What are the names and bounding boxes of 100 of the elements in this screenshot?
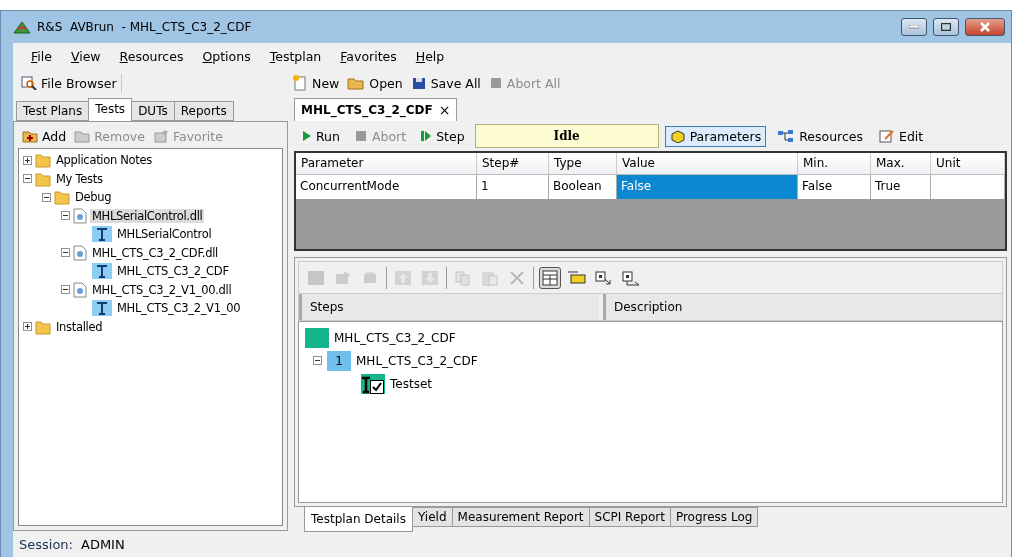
column-header[interactable]: Type: [549, 153, 617, 175]
step-icon: [420, 130, 433, 142]
tab[interactable]: Progress Log: [669, 507, 759, 527]
menu-item[interactable]: Testplan: [269, 48, 322, 64]
tab[interactable]: Test Plans: [16, 101, 90, 121]
checkbox[interactable]: [370, 379, 384, 394]
pencil-icon: [879, 129, 895, 143]
column-header[interactable]: Step#: [477, 153, 549, 175]
menu-item[interactable]: File: [31, 48, 52, 64]
expander-icon[interactable]: [61, 211, 70, 221]
grid-button[interactable]: [539, 266, 561, 289]
tree-item[interactable]: My Tests: [54, 171, 105, 186]
status-indicator: Idle: [474, 124, 659, 148]
folder-icon: [35, 152, 51, 169]
add-folder-icon: [22, 129, 38, 143]
tree-item[interactable]: MHL_CTS_C3_2_CDF: [115, 264, 231, 279]
toolbar-button[interactable]: Step: [416, 126, 469, 146]
close-button[interactable]: [965, 18, 1005, 36]
toolbar-button[interactable]: New: [288, 73, 344, 93]
tree-item[interactable]: MHL_CTS_C3_2_CDF: [356, 353, 478, 368]
close-tab-button[interactable]: ×: [438, 102, 451, 118]
tab[interactable]: Measurement Report: [451, 507, 590, 527]
column-header[interactable]: Description: [603, 294, 1002, 320]
tree-item[interactable]: MHL_CTS_C3_2_CDF: [334, 330, 456, 345]
toolbar-button[interactable]: Parameters: [664, 125, 767, 147]
tab[interactable]: Testplan Details: [304, 507, 413, 532]
toolbar-button[interactable]: Open: [343, 73, 407, 93]
document-tab[interactable]: MHL_CTS_C3_2_CDF ×: [294, 98, 458, 121]
column-header[interactable]: Parameter: [296, 153, 477, 175]
tab[interactable]: Tests: [88, 98, 133, 121]
cube-icon: [669, 129, 686, 143]
step-number: 1: [327, 350, 351, 371]
tab[interactable]: Reports: [173, 101, 234, 121]
toolbar-button[interactable]: Resources: [772, 125, 868, 147]
toolbar-button[interactable]: Add: [18, 126, 71, 146]
session-label: Session:: [19, 536, 73, 552]
table-cell[interactable]: True: [871, 175, 931, 199]
menu-item[interactable]: View: [70, 48, 101, 64]
expander-icon[interactable]: [23, 322, 32, 332]
menu-item[interactable]: Resources: [119, 48, 184, 64]
magnifier-icon: [21, 76, 37, 90]
expander-icon[interactable]: [23, 174, 32, 184]
minimize-icon: [909, 25, 919, 29]
tab[interactable]: SCPI Report: [588, 507, 671, 527]
maximize-button[interactable]: [933, 18, 959, 36]
toolbar-button[interactable]: Run: [298, 126, 344, 146]
tc-badge-icon: [307, 269, 325, 286]
tree-item[interactable]: MHLSerialControl.dll: [90, 208, 205, 223]
step-out-icon: [621, 269, 641, 286]
column-header[interactable]: Value: [617, 153, 798, 175]
app-logo-icon: [13, 20, 31, 34]
table-cell[interactable]: False: [617, 175, 798, 199]
paste-icon: [481, 269, 499, 286]
tree-item[interactable]: MHLSerialControl: [115, 227, 214, 242]
folder-icon: [74, 129, 91, 143]
stop-icon: [488, 76, 503, 90]
expander-icon[interactable]: [42, 192, 51, 202]
test-icon: [92, 226, 112, 243]
toolbar-button[interactable]: Edit: [874, 125, 929, 147]
copy-icon: [454, 269, 472, 286]
folder-icon: [347, 75, 366, 91]
tree-item[interactable]: Testset: [390, 376, 432, 391]
tab[interactable]: DUTs: [131, 101, 175, 121]
new-document-icon: [292, 75, 309, 91]
column-header[interactable]: Steps: [299, 294, 599, 320]
tree-item[interactable]: Installed: [54, 319, 105, 334]
tree-item[interactable]: Application Notes: [54, 153, 155, 168]
menu-item[interactable]: Favorites: [340, 48, 397, 64]
properties-icon: [334, 269, 352, 286]
tree-item[interactable]: MHL_CTS_C3_2_V1_00.dll: [90, 282, 234, 297]
session-value: ADMIN: [81, 536, 125, 552]
tab[interactable]: Yield: [411, 507, 453, 527]
folder-icon: [35, 318, 51, 335]
folder-icon: [54, 189, 70, 206]
column-header[interactable]: Min.: [798, 153, 871, 175]
window-title: R&S AVBrun - MHL_CTS_C3_2_CDF: [37, 20, 253, 34]
cylinders-icon: [361, 269, 379, 286]
test-icon: [92, 263, 112, 280]
expander-icon[interactable]: [61, 248, 70, 258]
network-icon: [777, 129, 796, 143]
play-icon: [302, 130, 312, 142]
column-header[interactable]: Unit: [931, 153, 1005, 175]
expander-icon[interactable]: [23, 155, 32, 165]
tree-item[interactable]: MHL_CTS_C3_2_V1_00: [115, 301, 243, 316]
folder-icon: [35, 170, 51, 187]
file-icon: [73, 244, 87, 261]
menu-item[interactable]: Options: [202, 48, 251, 64]
tree-item[interactable]: MHL_CTS_C3_2_CDF.dll: [90, 245, 220, 260]
file-icon: [73, 281, 87, 298]
file-icon: [73, 207, 87, 224]
file-browser-button[interactable]: File Browser: [17, 73, 122, 93]
tree-item[interactable]: Debug: [73, 190, 114, 205]
expander-icon[interactable]: [313, 356, 322, 365]
column-header[interactable]: Max.: [871, 153, 931, 175]
expander-icon[interactable]: [61, 285, 70, 295]
toolbar-button[interactable]: Save All: [406, 73, 485, 93]
test-icon: [92, 300, 112, 317]
minimize-button[interactable]: [901, 18, 927, 36]
menu-item[interactable]: Help: [415, 48, 445, 64]
close-icon: [980, 22, 990, 32]
